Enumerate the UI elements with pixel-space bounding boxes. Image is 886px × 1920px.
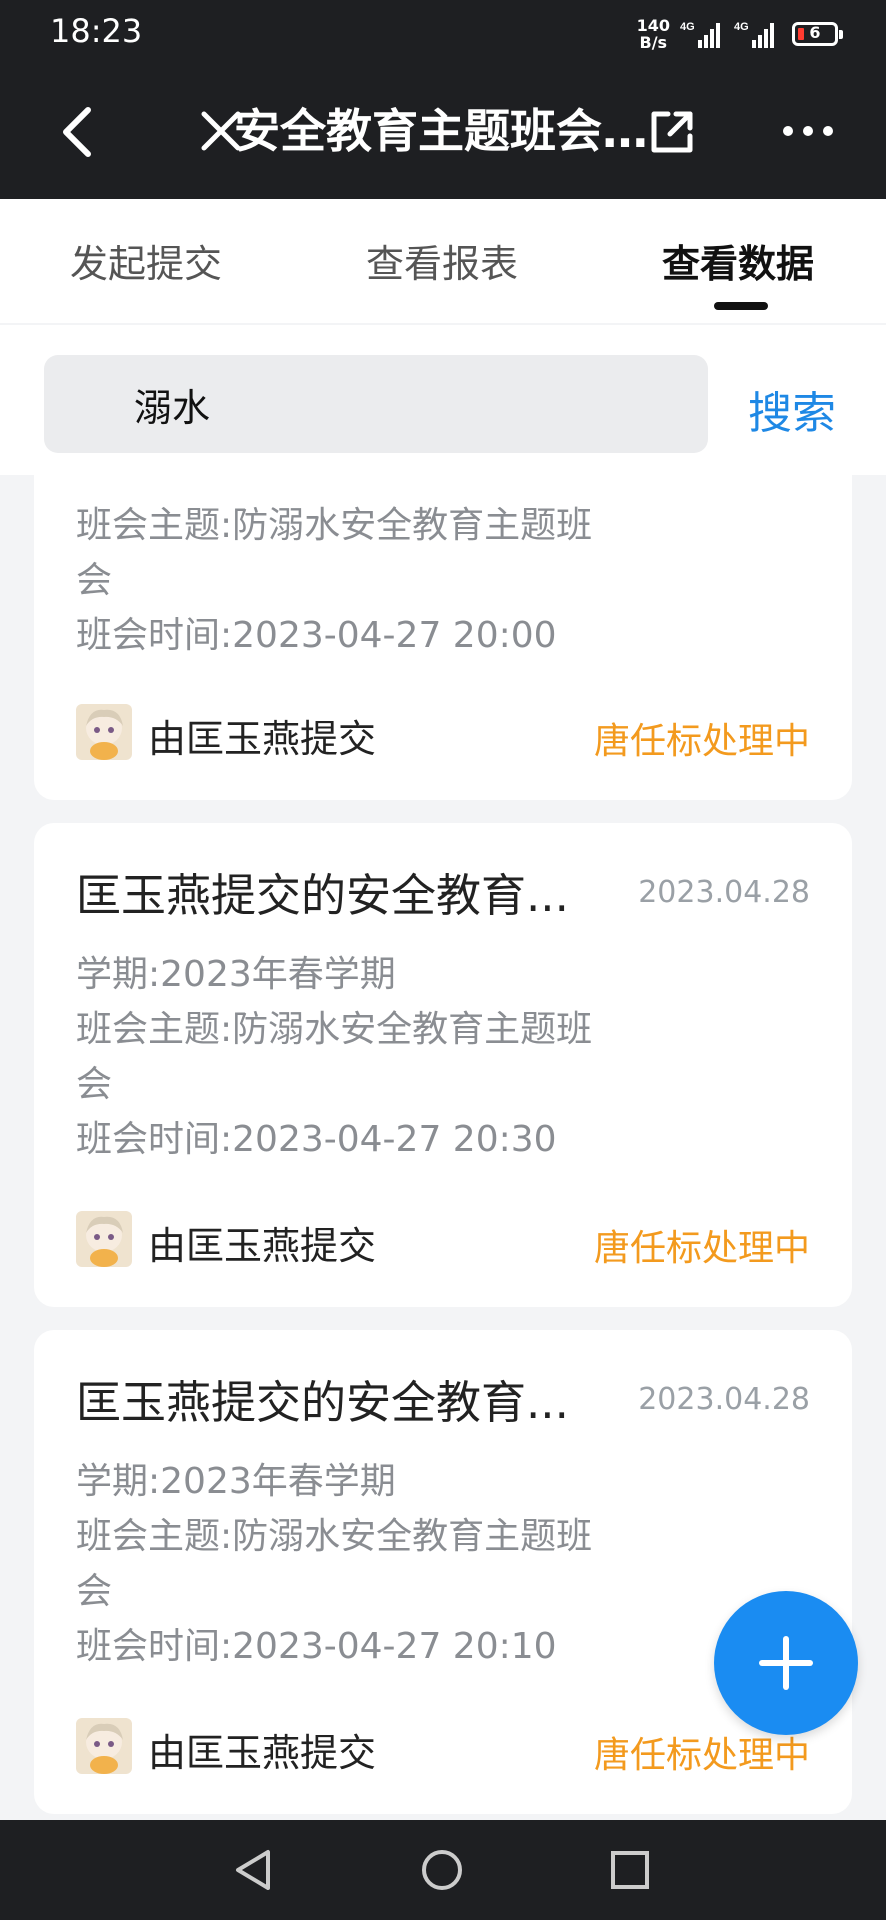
status-time: 18:23 xyxy=(50,12,143,50)
card-footer: 由匡玉燕提交 唐任标处理中 xyxy=(76,704,810,762)
more-icon[interactable] xyxy=(780,116,836,146)
topic-line-cont: 会 xyxy=(76,1064,113,1105)
net-speed-unit: B/s xyxy=(639,33,668,52)
add-button[interactable] xyxy=(714,1591,858,1735)
card-title: 匡玉燕提交的安全教育... xyxy=(76,869,569,922)
tab-view-report[interactable]: 查看报表 xyxy=(366,233,518,288)
signal-icon: 4G xyxy=(734,21,774,48)
list-item[interactable]: 匡玉燕提交的安全教育... 2023.04.28 学期:2023年春学期 班会主… xyxy=(34,823,852,1307)
card-date: 2023.04.28 xyxy=(638,1382,810,1417)
status-bar: 18:23 140 B/s 4G 4G 6 xyxy=(0,0,886,64)
avatar xyxy=(76,704,132,760)
card-meta: 班会主题:防溺水安全教育主题班 会 班会时间:2023-04-27 20:00 xyxy=(76,498,636,663)
share-icon[interactable] xyxy=(646,106,698,158)
list-item[interactable]: 匡玉燕提交的安全教育... 2023.04.28 学期:2023年春学期 班会主… xyxy=(34,1330,852,1814)
nav-back-icon[interactable] xyxy=(232,1848,276,1892)
network-speed: 140 B/s xyxy=(637,17,670,51)
submitter-label: 由匡玉燕提交 xyxy=(148,717,377,761)
topic-line: 班会主题:防溺水安全教育主题班 xyxy=(76,505,593,546)
system-nav-bar xyxy=(0,1820,886,1920)
active-tab-indicator xyxy=(714,302,768,310)
search-input[interactable] xyxy=(44,355,708,453)
topic-line: 班会主题:防溺水安全教育主题班 xyxy=(76,1516,593,1557)
card-meta: 学期:2023年春学期 班会主题:防溺水安全教育主题班 会 班会时间:2023-… xyxy=(76,947,636,1167)
signal-icon: 4G xyxy=(680,21,720,48)
search-bar: 搜索 xyxy=(0,325,886,475)
status-badge: 唐任标处理中 xyxy=(593,1228,810,1269)
card-footer: 由匡玉燕提交 唐任标处理中 xyxy=(76,1718,810,1776)
svg-text:4G: 4G xyxy=(680,21,695,33)
nav-recents-icon[interactable] xyxy=(608,1848,652,1892)
nav-home-icon[interactable] xyxy=(420,1848,464,1892)
meeting-time: 班会时间:2023-04-27 20:00 xyxy=(76,615,557,656)
semester: 学期:2023年春学期 xyxy=(76,954,396,995)
card-date: 2023.04.28 xyxy=(638,875,810,910)
card-meta: 学期:2023年春学期 班会主题:防溺水安全教育主题班 会 班会时间:2023-… xyxy=(76,1454,636,1674)
app-screen: 班会主题:防溺水安全教育主题班 会 班会时间:2023-04-27 20:00 … xyxy=(0,0,886,1920)
svg-text:4G: 4G xyxy=(734,21,749,33)
status-icons: 140 B/s 4G 4G 6 xyxy=(637,14,843,54)
avatar xyxy=(76,1718,132,1774)
plus-icon xyxy=(759,1636,813,1690)
card-title: 匡玉燕提交的安全教育... xyxy=(76,1376,569,1429)
search-button[interactable]: 搜索 xyxy=(748,377,836,441)
tab-view-data[interactable]: 查看数据 xyxy=(662,233,814,288)
semester: 学期:2023年春学期 xyxy=(76,1461,396,1502)
status-badge: 唐任标处理中 xyxy=(593,721,810,762)
net-speed-value: 140 xyxy=(636,16,670,35)
topic-line-cont: 会 xyxy=(76,560,113,601)
meeting-time: 班会时间:2023-04-27 20:10 xyxy=(76,1626,557,1667)
tab-start-submit[interactable]: 发起提交 xyxy=(70,233,222,288)
battery-level: 6 xyxy=(809,23,821,42)
page-title: 安全教育主题班会... xyxy=(234,104,654,158)
meeting-time: 班会时间:2023-04-27 20:30 xyxy=(76,1119,557,1160)
card-footer: 由匡玉燕提交 唐任标处理中 xyxy=(76,1211,810,1269)
submitter-label: 由匡玉燕提交 xyxy=(148,1224,377,1268)
back-icon[interactable] xyxy=(50,102,110,162)
tab-bar: 发起提交 查看报表 查看数据 xyxy=(0,199,886,323)
avatar xyxy=(76,1211,132,1267)
title-bar: 安全教育主题班会... xyxy=(0,64,886,199)
topic-line: 班会主题:防溺水安全教育主题班 xyxy=(76,1009,593,1050)
topic-line-cont: 会 xyxy=(76,1571,113,1612)
submitter-label: 由匡玉燕提交 xyxy=(148,1731,377,1775)
battery-icon: 6 xyxy=(792,22,843,46)
